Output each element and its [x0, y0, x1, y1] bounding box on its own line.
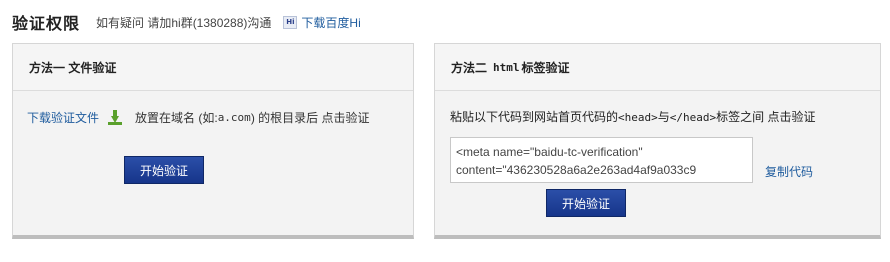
code-line-2: content="436230528a6a2e263ad4af9a033c9 [456, 163, 697, 177]
download-arrow-icon[interactable] [107, 109, 123, 126]
hi-icon: Hi [283, 15, 298, 29]
method2-title-prefix: 方法二 [451, 60, 488, 75]
page-title: 验证权限 [12, 16, 81, 33]
code-line-1: <meta name="baidu-tc-verification" [456, 145, 643, 159]
download-verification-file-link[interactable]: 下载验证文件 [27, 109, 99, 126]
method2-panel: 方法二 html 标签验证 粘贴以下代码到网站首页代码的<head>与</hea… [434, 43, 881, 239]
instruction-part1: 粘贴以下代码到网站首页代码的 [450, 110, 619, 124]
method2-verify-button[interactable]: 开始验证 [546, 189, 626, 217]
method2-title-suffix: 标签验证 [521, 60, 570, 75]
instruction-part2: 与 [657, 110, 670, 124]
page-header: 验证权限 如有疑问 请加hi群(1380288)沟通 Hi 下载百度Hi [12, 9, 361, 35]
method2-title-mono: html [493, 60, 520, 74]
download-baidu-hi-link[interactable]: 下载百度Hi [301, 14, 360, 31]
instruction-head-open-tag: <head> [618, 111, 658, 124]
help-text: 如有疑问 请加hi群(1380288)沟通 [96, 15, 272, 30]
method1-panel: 方法一 文件验证 下载验证文件 放置在域名 (如: a.com ) 的根目录后 … [12, 43, 414, 239]
method1-instruction-row: 下载验证文件 放置在域名 (如: a.com ) 的根目录后 点击验证 [27, 109, 369, 126]
instruction-head-close-tag: </head> [669, 111, 717, 124]
instruction-domain: a.com [217, 111, 251, 124]
instruction-part3: 标签之间 点击验证 [716, 110, 816, 124]
method1-title: 方法一 文件验证 [13, 44, 413, 91]
copy-code-link[interactable]: 复制代码 [765, 163, 813, 180]
instruction-prefix: 放置在域名 (如: [135, 111, 218, 125]
verification-code-box[interactable]: <meta name="baidu-tc-verification" conte… [450, 137, 753, 183]
method2-instruction: 粘贴以下代码到网站首页代码的<head>与</head>标签之间 点击验证 [450, 108, 815, 125]
method1-verify-button[interactable]: 开始验证 [124, 156, 204, 184]
method2-title: 方法二 html 标签验证 [435, 44, 880, 91]
instruction-suffix: ) 的根目录后 点击验证 [250, 111, 370, 125]
